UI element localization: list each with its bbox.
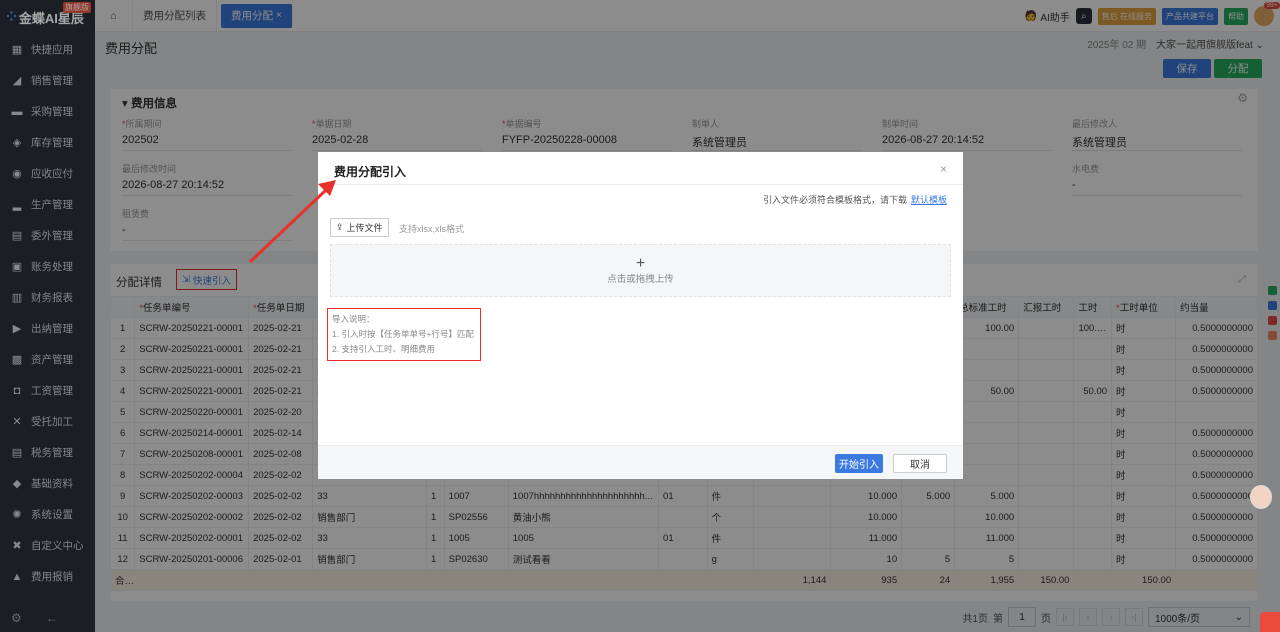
upload-label: 上传文件: [346, 223, 383, 233]
dropzone-label: 点击或拖拽上传: [607, 273, 674, 285]
note-line: 2. 支持引入工时、明细费用: [332, 344, 435, 354]
plus-icon: +: [635, 254, 646, 272]
note-line: 1. 引入时按【任务单单号+行号】匹配: [332, 329, 474, 339]
chat-icon[interactable]: [1260, 612, 1280, 632]
divider: [318, 184, 963, 185]
upload-file-button[interactable]: ⇪ 上传文件: [330, 218, 389, 237]
default-template-link[interactable]: 默认模板: [911, 195, 947, 205]
template-tip-text: 引入文件必须符合模板格式，请下载: [762, 195, 907, 205]
sidebar-overlay: [0, 0, 95, 632]
note-line: 导入说明：: [332, 314, 375, 324]
upload-icon: ⇪: [336, 222, 344, 232]
dialog-footer: 开始引入 取消: [318, 445, 963, 479]
upload-dropzone[interactable]: + 点击或拖拽上传: [330, 244, 951, 297]
import-notes: 导入说明： 1. 引入时按【任务单单号+行号】匹配 2. 支持引入工时、明细费用: [327, 308, 481, 361]
close-icon[interactable]: ×: [940, 162, 947, 176]
assistant-avatar[interactable]: [1250, 485, 1272, 509]
template-tip: 引入文件必须符合模板格式，请下载 默认模板: [763, 193, 947, 206]
cancel-button[interactable]: 取消: [893, 454, 947, 473]
import-dialog: 费用分配引入 × 引入文件必须符合模板格式，请下载 默认模板 ⇪ 上传文件 支持xl…: [318, 152, 963, 479]
dialog-title: 费用分配引入: [334, 165, 407, 179]
start-import-button[interactable]: 开始引入: [835, 454, 883, 473]
upload-hint: 支持xlsx,xls格式: [399, 224, 464, 234]
